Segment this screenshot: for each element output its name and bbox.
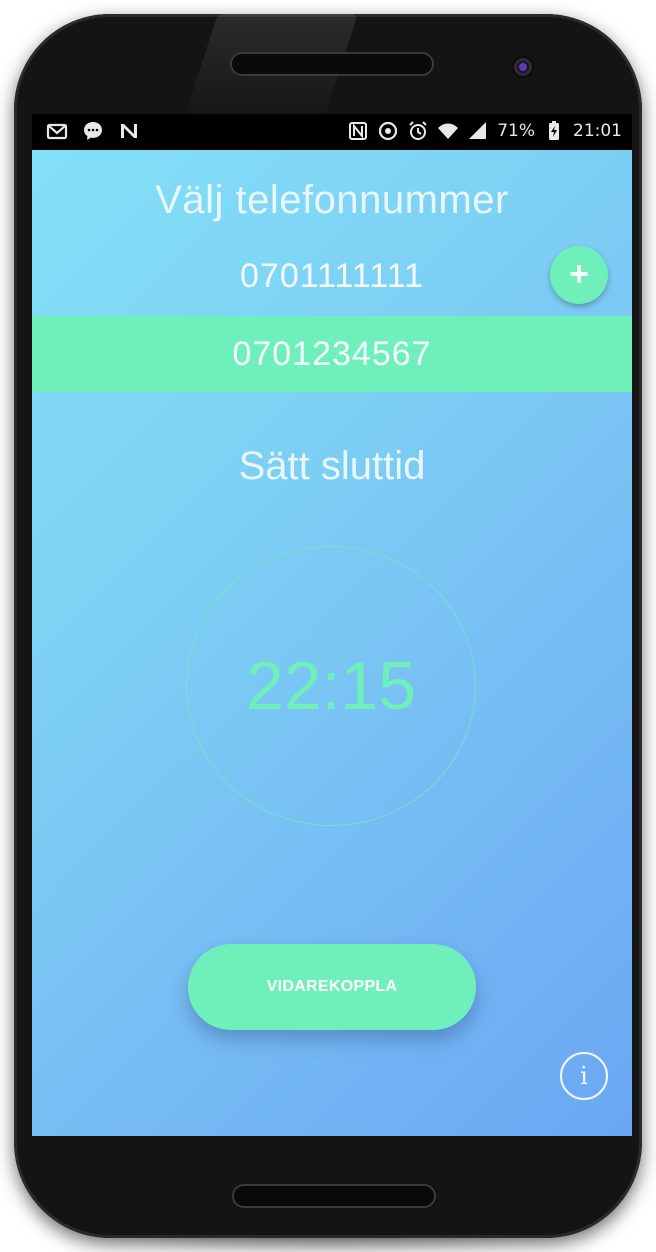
status-left-icons bbox=[46, 120, 140, 142]
info-icon[interactable]: i bbox=[560, 1052, 608, 1100]
app-screen: Välj telefonnummer 0701111111 0701234567… bbox=[32, 150, 632, 1136]
front-camera-icon bbox=[514, 58, 532, 76]
status-time: 21:01 bbox=[573, 121, 622, 141]
bottom-speaker bbox=[232, 1184, 436, 1208]
status-bar: 71% 21:01 bbox=[32, 114, 632, 150]
alarm-icon bbox=[407, 120, 429, 142]
signal-icon bbox=[467, 120, 489, 142]
do-not-disturb-icon bbox=[377, 120, 399, 142]
phone-number-item[interactable]: 0701111111 bbox=[32, 238, 632, 314]
forward-call-button[interactable]: VIDAREKOPPLA bbox=[188, 944, 476, 1030]
n-app-icon bbox=[118, 120, 140, 142]
battery-percent: 71% bbox=[497, 121, 535, 141]
phone-number-item-selected[interactable]: 0701234567 bbox=[32, 316, 632, 392]
phone-number-label: 0701234567 bbox=[232, 335, 432, 373]
messenger-icon bbox=[82, 120, 104, 142]
phone-number-label: 0701111111 bbox=[240, 257, 424, 295]
wifi-icon bbox=[437, 120, 459, 142]
nfc-icon bbox=[347, 120, 369, 142]
end-time-picker[interactable]: 22:15 bbox=[186, 546, 476, 826]
end-time-title: Sätt sluttid bbox=[238, 444, 426, 488]
earpiece-speaker bbox=[230, 52, 434, 76]
add-number-button[interactable]: + bbox=[550, 246, 608, 304]
battery-charging-icon bbox=[543, 120, 565, 142]
page-title: Välj telefonnummer bbox=[155, 178, 509, 222]
gmail-icon bbox=[46, 120, 68, 142]
status-right-icons: 71% 21:01 bbox=[347, 120, 622, 142]
